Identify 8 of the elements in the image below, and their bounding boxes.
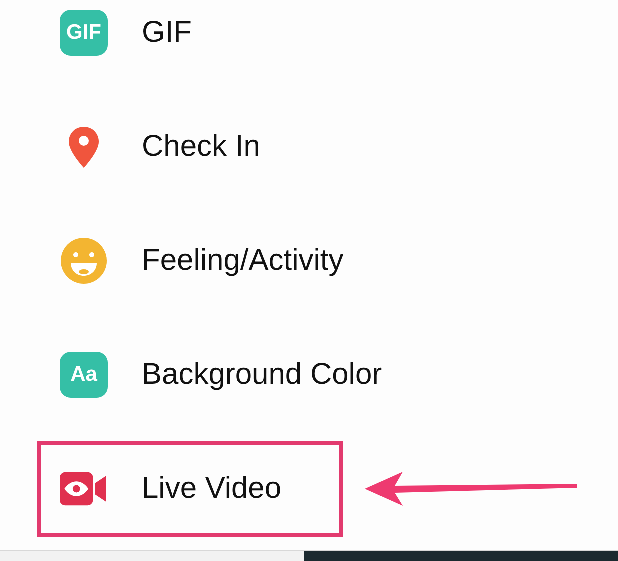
menu-item[interactable]: Aa Background Color: [37, 327, 406, 423]
menu-item[interactable]: Check In: [37, 99, 343, 195]
badge-icon: GIF: [60, 10, 108, 56]
badge-icon: Aa: [60, 352, 108, 398]
menu-item[interactable]: Feeling/Activity: [37, 213, 368, 309]
smiley-icon: [60, 237, 108, 285]
menu-item[interactable]: GIF GIF: [37, 0, 343, 81]
menu-item[interactable]: Live Video: [37, 441, 343, 537]
